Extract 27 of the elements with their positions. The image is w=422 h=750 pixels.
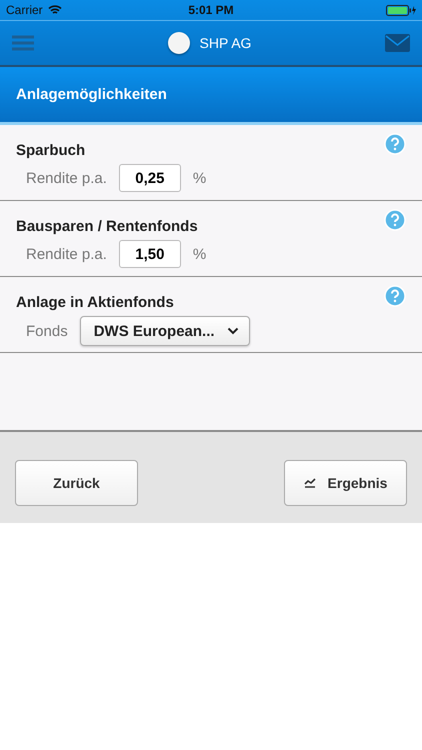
unit-label: % xyxy=(192,246,206,262)
field-label: Fonds xyxy=(26,322,68,340)
page-title: Anlagemöglichkeiten xyxy=(16,86,167,103)
section-heading: Sparbuch xyxy=(16,141,86,159)
logo-icon xyxy=(168,32,190,54)
section-heading: Bausparen / Rentenfonds xyxy=(16,217,198,235)
fund-dropdown[interactable]: DWS European... xyxy=(80,316,250,346)
section-heading: Anlage in Aktienfonds xyxy=(16,293,174,311)
chart-icon xyxy=(304,478,316,488)
chevron-down-icon xyxy=(226,327,239,335)
help-icon[interactable] xyxy=(384,285,406,307)
rate-input[interactable]: 0,25 xyxy=(118,164,181,192)
menu-icon[interactable] xyxy=(12,35,34,51)
carrier-label: Carrier xyxy=(6,3,43,17)
battery-icon xyxy=(386,4,416,16)
app-title: SHP AG xyxy=(200,35,252,51)
help-icon[interactable] xyxy=(384,133,406,155)
back-button[interactable]: Zurück xyxy=(15,460,138,506)
mail-icon[interactable] xyxy=(384,34,410,52)
help-icon[interactable] xyxy=(384,209,406,231)
wifi-icon xyxy=(48,5,62,15)
field-label: Rendite p.a. xyxy=(26,170,107,186)
clock-label: 5:01 PM xyxy=(188,3,234,17)
field-label: Rendite p.a. xyxy=(26,246,107,262)
rate-input[interactable]: 1,50 xyxy=(118,240,181,268)
result-button[interactable]: Ergebnis xyxy=(284,460,407,506)
unit-label: % xyxy=(192,170,206,186)
